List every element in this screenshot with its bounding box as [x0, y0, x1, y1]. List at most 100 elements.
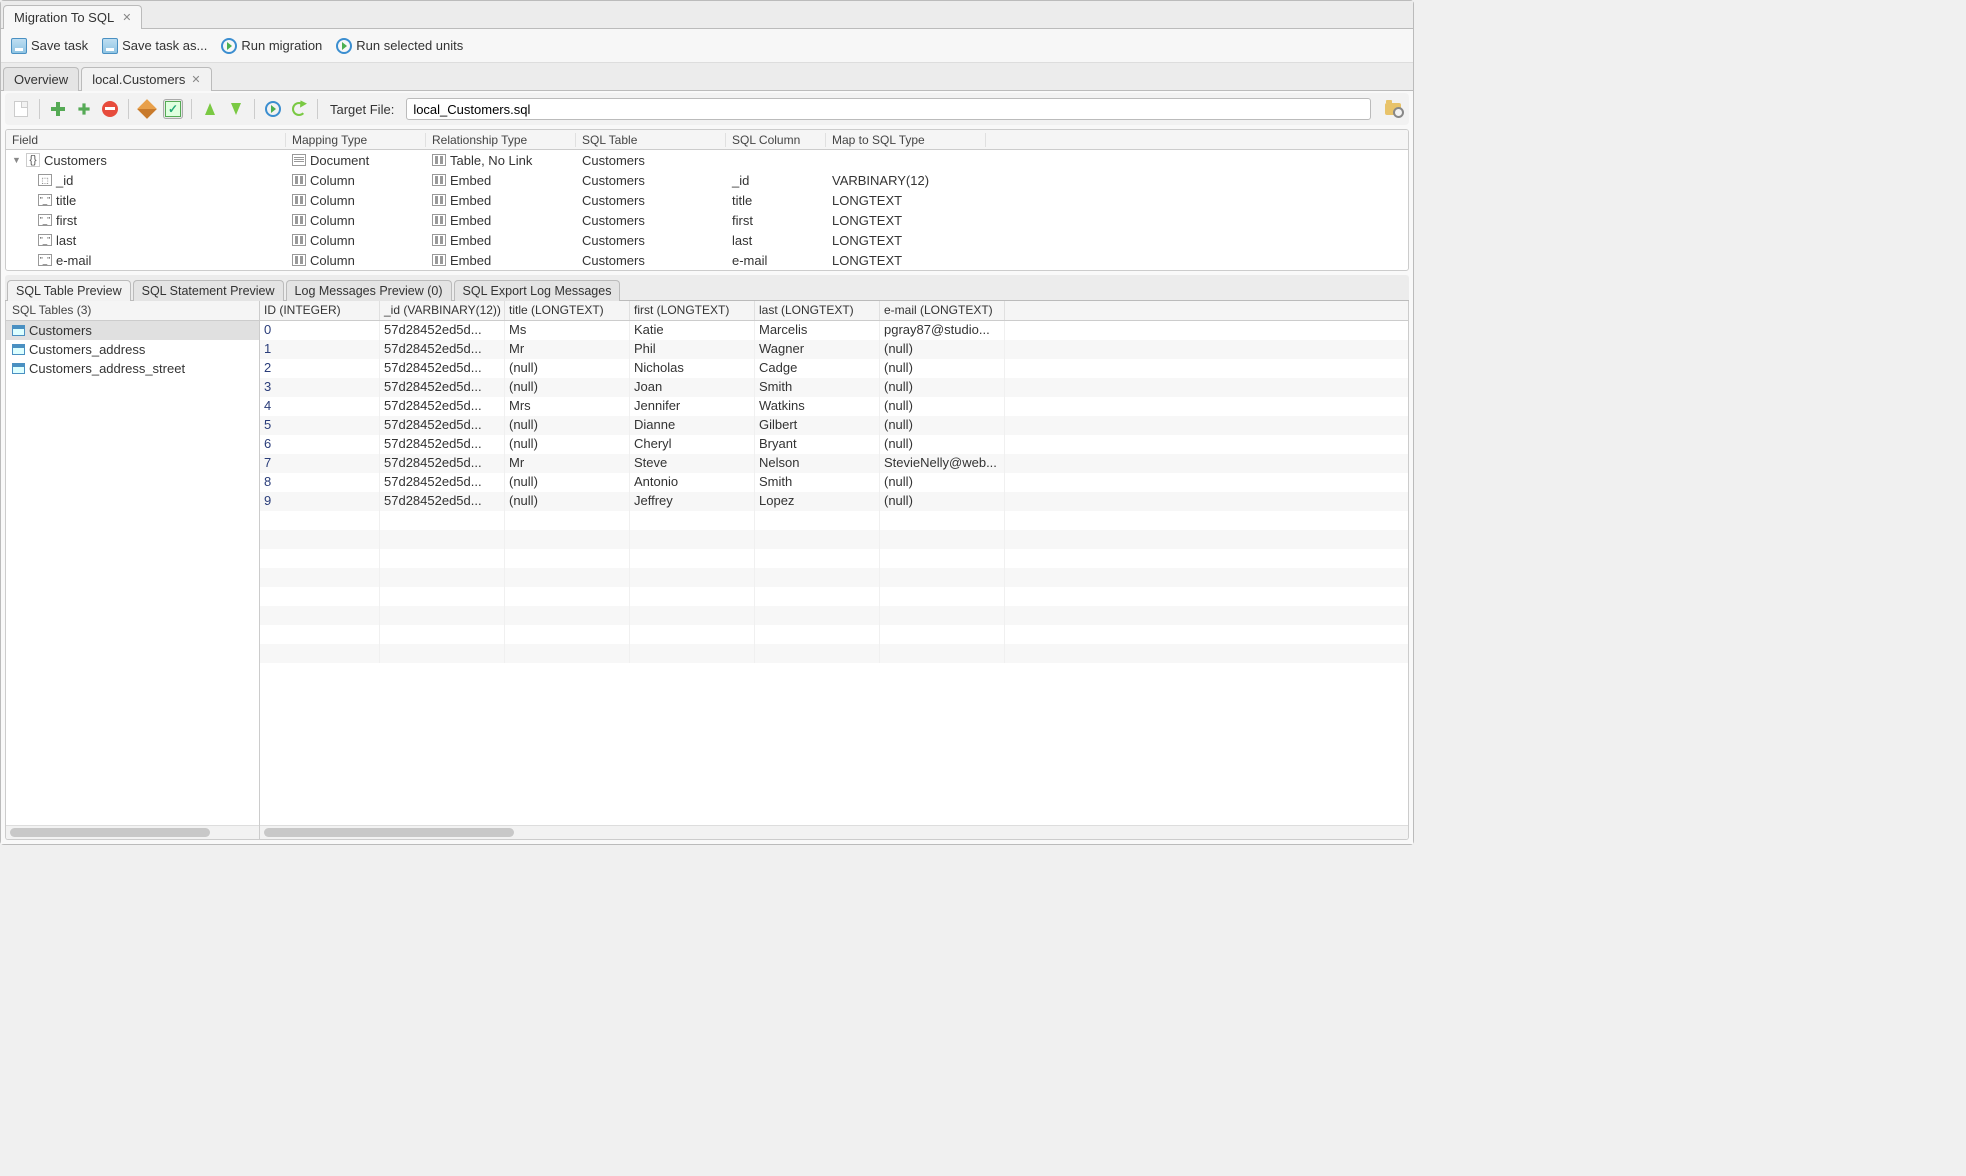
- data-row[interactable]: 557d28452ed5d...(null)DianneGilbert(null…: [260, 416, 1408, 435]
- data-cell: 57d28452ed5d...: [380, 340, 505, 359]
- schema-row[interactable]: "_"titleColumnEmbedCustomerstitleLONGTEX…: [6, 190, 1396, 210]
- data-cell: Mr: [505, 454, 630, 473]
- data-cell: 2: [260, 359, 380, 378]
- data-column-header[interactable]: first (LONGTEXT): [630, 301, 755, 320]
- data-row[interactable]: 657d28452ed5d...(null)CherylBryant(null): [260, 435, 1408, 454]
- string-field-icon: "_": [38, 234, 52, 246]
- data-row[interactable]: 357d28452ed5d...(null)JoanSmith(null): [260, 378, 1408, 397]
- schema-row[interactable]: "_"firstColumnEmbedCustomersfirstLONGTEX…: [6, 210, 1396, 230]
- tab-migration-to-sql[interactable]: Migration To SQL ✕: [3, 5, 142, 29]
- separator: [39, 99, 40, 119]
- tree-toggle-icon[interactable]: ▼: [12, 155, 22, 165]
- schema-row[interactable]: ⬚_idColumnEmbedCustomers_idVARBINARY(12): [6, 170, 1396, 190]
- run-migration-button[interactable]: Run migration: [221, 38, 322, 54]
- data-row[interactable]: 157d28452ed5d...MrPhilWagner(null): [260, 340, 1408, 359]
- tab-sql-statement-preview[interactable]: SQL Statement Preview: [133, 280, 284, 301]
- separator: [191, 99, 192, 119]
- col-sql-table[interactable]: SQL Table: [576, 133, 726, 147]
- data-row[interactable]: 057d28452ed5d...MsKatieMarcelispgray87@s…: [260, 321, 1408, 340]
- data-body[interactable]: 057d28452ed5d...MsKatieMarcelispgray87@s…: [260, 321, 1408, 825]
- data-row-empty: [260, 530, 1408, 549]
- mapping-type: Column: [310, 193, 355, 208]
- object-icon: {}: [26, 153, 40, 167]
- data-cell: 57d28452ed5d...: [380, 359, 505, 378]
- plus-icon: [51, 102, 65, 116]
- data-cell: Wagner: [755, 340, 880, 359]
- col-field[interactable]: Field: [6, 133, 286, 147]
- data-column-header[interactable]: _id (VARBINARY(12)): [380, 301, 505, 320]
- data-column-header[interactable]: last (LONGTEXT): [755, 301, 880, 320]
- tab-local-customers[interactable]: local.Customers ✕: [81, 67, 211, 91]
- sql-column: last: [726, 233, 826, 248]
- data-column-header[interactable]: e-mail (LONGTEXT): [880, 301, 1005, 320]
- arrow-down-icon: [231, 103, 241, 115]
- run-unit-button[interactable]: [263, 99, 283, 119]
- data-hscrollbar[interactable]: [260, 825, 1408, 839]
- browse-button[interactable]: [1383, 99, 1403, 119]
- data-cell: pgray87@studio...: [880, 321, 1005, 340]
- relationship-icon: [432, 154, 446, 166]
- relationship-icon: [432, 234, 446, 246]
- tab-sql-export-log[interactable]: SQL Export Log Messages: [454, 280, 621, 301]
- sql-tables-list[interactable]: CustomersCustomers_addressCustomers_addr…: [6, 321, 259, 825]
- table-item[interactable]: Customers_address_street: [6, 359, 259, 378]
- schema-row[interactable]: ▼{}CustomersDocumentTable, No LinkCustom…: [6, 150, 1396, 170]
- validate-button[interactable]: ✓: [163, 99, 183, 119]
- data-cell: Gilbert: [755, 416, 880, 435]
- table-item[interactable]: Customers_address: [6, 340, 259, 359]
- col-sql-column[interactable]: SQL Column: [726, 133, 826, 147]
- sql-column: first: [726, 213, 826, 228]
- col-mapping-type[interactable]: Mapping Type: [286, 133, 426, 147]
- data-column-header[interactable]: ID (INTEGER): [260, 301, 380, 320]
- save-icon: [11, 38, 27, 54]
- schema-body[interactable]: ▼{}CustomersDocumentTable, No LinkCustom…: [6, 150, 1408, 270]
- data-row[interactable]: 857d28452ed5d...(null)AntonioSmith(null): [260, 473, 1408, 492]
- relationship-type: Table, No Link: [450, 153, 532, 168]
- save-task-button[interactable]: Save task: [11, 38, 88, 54]
- data-row[interactable]: 457d28452ed5d...MrsJenniferWatkins(null): [260, 397, 1408, 416]
- col-relationship-type[interactable]: Relationship Type: [426, 133, 576, 147]
- data-cell: 6: [260, 435, 380, 454]
- tab-overview[interactable]: Overview: [3, 67, 79, 91]
- sql-table: Customers: [576, 253, 726, 268]
- data-row[interactable]: 757d28452ed5d...MrSteveNelsonStevieNelly…: [260, 454, 1408, 473]
- data-cell: Nelson: [755, 454, 880, 473]
- sql-type: LONGTEXT: [826, 253, 986, 268]
- tab-log-messages-preview[interactable]: Log Messages Preview (0): [286, 280, 452, 301]
- schema-row[interactable]: "_"e-mailColumnEmbedCustomerse-mailLONGT…: [6, 250, 1396, 270]
- data-cell: (null): [880, 340, 1005, 359]
- top-tab-bar: Migration To SQL ✕: [1, 1, 1413, 29]
- close-icon[interactable]: ✕: [122, 11, 131, 24]
- tab-sql-table-preview[interactable]: SQL Table Preview: [7, 280, 131, 301]
- table-item[interactable]: Customers: [6, 321, 259, 340]
- edit-button[interactable]: [137, 99, 157, 119]
- undo-button[interactable]: [289, 99, 309, 119]
- tables-hscrollbar[interactable]: [6, 825, 259, 839]
- data-column-header[interactable]: title (LONGTEXT): [505, 301, 630, 320]
- data-cell: 57d28452ed5d...: [380, 492, 505, 511]
- check-icon: ✓: [165, 101, 181, 117]
- move-up-button[interactable]: [200, 99, 220, 119]
- remove-button[interactable]: [100, 99, 120, 119]
- arrow-up-icon: [205, 103, 215, 115]
- move-down-button[interactable]: [226, 99, 246, 119]
- data-cell: (null): [505, 435, 630, 454]
- add-linked-button[interactable]: [74, 99, 94, 119]
- save-task-as-button[interactable]: Save task as...: [102, 38, 207, 54]
- data-row[interactable]: 257d28452ed5d...(null)NicholasCadge(null…: [260, 359, 1408, 378]
- schema-row[interactable]: "_"lastColumnEmbedCustomerslastLONGTEXT: [6, 230, 1396, 250]
- add-button[interactable]: [48, 99, 68, 119]
- data-cell: Cadge: [755, 359, 880, 378]
- data-cell: Phil: [630, 340, 755, 359]
- data-cell: Lopez: [755, 492, 880, 511]
- close-icon[interactable]: ✕: [191, 73, 200, 86]
- target-file-input[interactable]: [406, 98, 1371, 120]
- run-selected-units-button[interactable]: Run selected units: [336, 38, 463, 54]
- data-cell: StevieNelly@web...: [880, 454, 1005, 473]
- field-name: _id: [56, 173, 73, 188]
- column-icon: [292, 174, 306, 186]
- data-cell: Bryant: [755, 435, 880, 454]
- data-row[interactable]: 957d28452ed5d...(null)JeffreyLopez(null): [260, 492, 1408, 511]
- col-sql-type[interactable]: Map to SQL Type: [826, 133, 986, 147]
- new-button[interactable]: [11, 99, 31, 119]
